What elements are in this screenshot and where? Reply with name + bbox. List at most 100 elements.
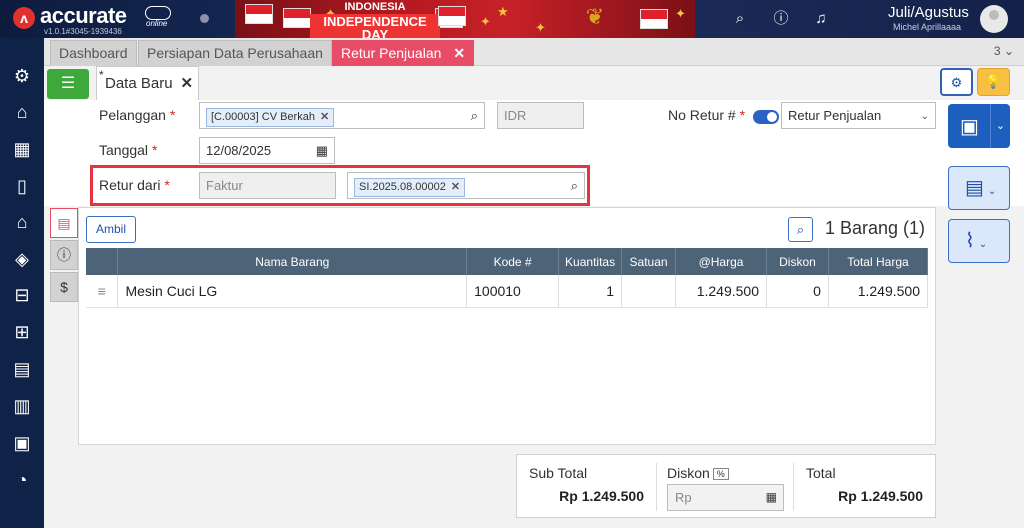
star-icon: ✦: [675, 6, 686, 21]
avatar[interactable]: [980, 5, 1008, 33]
pelanggan-field[interactable]: [C.00003] CV Berkah ✕ ⌕: [199, 102, 485, 129]
column-header[interactable]: Satuan: [621, 248, 677, 275]
tanggal-field[interactable]: 12/08/2025 ▦: [199, 137, 335, 164]
tab-biaya[interactable]: $: [50, 272, 78, 302]
table-row[interactable]: ≡ Mesin Cuci LG 100010 1 1.249.500 0 1.2…: [86, 275, 929, 308]
column-header[interactable]: Kuantitas: [558, 248, 623, 275]
banner-line2: INDEPENDENCE DAY: [310, 14, 440, 38]
print-document-button[interactable]: ▤ ⌄: [948, 166, 1010, 210]
paperclip-icon: ⌇: [965, 230, 975, 252]
cell-kuantitas[interactable]: 1: [558, 275, 623, 308]
form-settings-button[interactable]: ⚙: [940, 68, 973, 96]
chart-icon[interactable]: ◔: [10, 468, 34, 492]
save-button[interactable]: ▣ ⌄: [948, 104, 1010, 148]
cell-nama-barang[interactable]: Mesin Cuci LG: [117, 275, 468, 308]
column-header[interactable]: Diskon: [766, 248, 829, 275]
info-icon: ⓘ: [57, 247, 71, 263]
floppy-icon: ▣: [960, 116, 979, 138]
tanggal-label-text: Tanggal: [99, 142, 149, 158]
list-view-button[interactable]: ☰: [47, 69, 89, 99]
module-tab-bar: Dashboard Persiapan Data Perusahaan Retu…: [44, 38, 1024, 66]
banner-line1: INDONESIA: [344, 1, 406, 13]
bell-icon[interactable]: ♫: [811, 9, 831, 29]
tab-count[interactable]: 3 ⌄: [994, 44, 1014, 58]
required-mark: *: [739, 107, 746, 123]
search-icon[interactable]: ⌕: [471, 103, 478, 128]
currency-field: IDR: [497, 102, 584, 129]
drag-handle-icon[interactable]: ≡: [86, 275, 119, 308]
cell-diskon[interactable]: 0: [766, 275, 829, 308]
money-bag-icon: $: [60, 279, 68, 295]
column-header[interactable]: @Harga: [675, 248, 767, 275]
document-icon: ▤: [57, 215, 71, 231]
percent-toggle[interactable]: %: [712, 468, 729, 481]
item-count: 1 Barang (1): [825, 218, 926, 238]
column-header-grip: [86, 248, 119, 275]
pelanggan-chip: [C.00003] CV Berkah ✕: [206, 108, 335, 127]
tag-icon[interactable]: ◈: [10, 247, 34, 271]
doc-tab-data-baru[interactable]: * Data Baru ✕: [96, 66, 199, 100]
column-header[interactable]: Kode #: [466, 248, 560, 275]
help-icon[interactable]: ⓘ: [771, 9, 791, 29]
subtotal-value: Rp 1.249.500: [559, 488, 644, 504]
pelanggan-label-text: Pelanggan: [99, 107, 166, 123]
sidebar: ⚙ ⌂ ▦ ▯ ⌂ ◈ ⊟ ⊞ ▤ ▥ ▣ ◔: [0, 38, 44, 528]
chevron-down-icon: ⌄: [920, 111, 929, 122]
accurate-logo-icon[interactable]: ʌ: [13, 7, 35, 29]
user-name[interactable]: Juli/Agustus: [888, 4, 969, 21]
tab-label: Persiapan Data Perusahaan: [147, 45, 323, 61]
subtotal-label: Sub Total: [529, 465, 588, 481]
bank-icon[interactable]: ⌂: [10, 210, 34, 234]
tab-detail-barang[interactable]: ▤: [50, 208, 78, 238]
attachment-button[interactable]: ⌇ ⌄: [948, 219, 1010, 263]
mobile-icon[interactable]: ▯: [10, 174, 34, 198]
flag-icon: [640, 9, 668, 29]
tax-icon[interactable]: ▣: [10, 431, 34, 455]
warehouse-icon[interactable]: ▤: [10, 357, 34, 381]
flag-icon: [283, 8, 311, 28]
no-retur-label-text: No Retur #: [668, 107, 736, 123]
close-icon[interactable]: ✕: [453, 45, 465, 61]
search-icon[interactable]: ⌕: [730, 9, 750, 29]
tab-info-lainnya[interactable]: ⓘ: [50, 240, 78, 270]
app-logo-sub: online: [146, 19, 168, 28]
calendar-icon[interactable]: ▦: [316, 138, 328, 163]
cart-icon[interactable]: ⊟: [10, 283, 34, 307]
diskon-placeholder: Rp: [675, 490, 692, 505]
cell-kode[interactable]: 100010: [466, 275, 560, 308]
chevron-down-icon[interactable]: ⌄: [990, 104, 1010, 148]
ambil-button[interactable]: Ambil: [86, 216, 136, 243]
no-retur-label: No Retur # *: [668, 107, 745, 123]
tab-persiapan-data[interactable]: Persiapan Data Perusahaan: [138, 40, 332, 66]
cell-satuan[interactable]: [621, 275, 677, 308]
tab-label: Retur Penjualan: [341, 45, 442, 61]
diskon-input[interactable]: Rp ▦: [667, 484, 784, 511]
settings-icon[interactable]: ⚙: [10, 64, 34, 88]
diskon-label-text: Diskon: [667, 465, 710, 481]
auto-number-toggle[interactable]: [753, 110, 779, 124]
tab-retur-penjualan[interactable]: Retur Penjualan ✕: [332, 40, 475, 66]
document-icon: ▤: [965, 177, 984, 199]
chevron-down-icon: ⌄: [987, 186, 997, 197]
shop-icon[interactable]: ⌂: [10, 100, 34, 124]
calculator-icon[interactable]: ▦: [766, 485, 777, 510]
star-icon: ✦: [535, 20, 546, 35]
close-icon[interactable]: ✕: [181, 75, 194, 92]
garuda-icon: ❦: [585, 4, 605, 29]
search-icon: ⌕: [796, 222, 805, 237]
tab-dashboard[interactable]: Dashboard: [50, 40, 137, 66]
no-retur-type-select[interactable]: Retur Penjualan ⌄: [781, 102, 936, 129]
column-header[interactable]: Nama Barang: [117, 248, 468, 275]
cell-harga[interactable]: 1.249.500: [675, 275, 767, 308]
cell-total-harga[interactable]: 1.249.500: [828, 275, 929, 308]
tips-button[interactable]: 💡: [977, 68, 1010, 96]
factory-icon[interactable]: ▥: [10, 394, 34, 418]
required-mark: *: [151, 142, 158, 158]
remove-chip-icon[interactable]: ✕: [320, 111, 329, 123]
truck-cart-icon[interactable]: ⊞: [10, 320, 34, 344]
tab-label: Dashboard: [59, 45, 128, 61]
column-header[interactable]: Total Harga: [828, 248, 929, 275]
search-item-button[interactable]: ⌕: [788, 217, 813, 242]
building-icon[interactable]: ▦: [10, 137, 34, 161]
doc-tab-label: Data Baru: [105, 75, 173, 92]
